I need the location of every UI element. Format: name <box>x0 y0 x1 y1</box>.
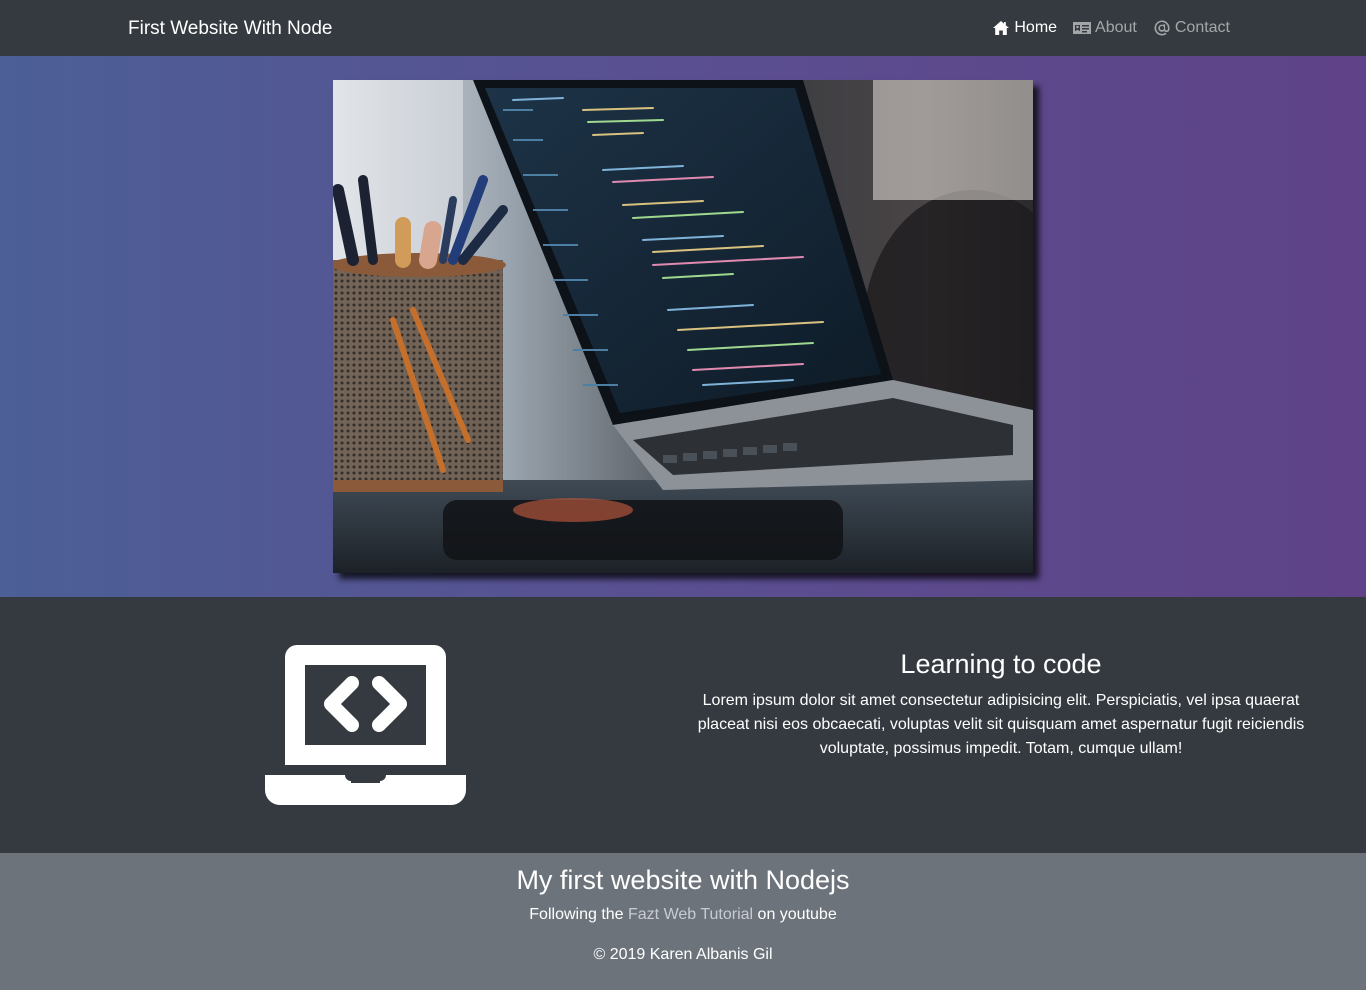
navbar-brand[interactable]: First Website With Node <box>128 17 332 41</box>
laptop-code-icon <box>265 645 466 805</box>
feature-title: Learning to code <box>900 649 1102 679</box>
home-icon <box>992 20 1010 36</box>
fazt-tutorial-link[interactable]: Fazt Web Tutorial <box>628 906 753 923</box>
footer-subtitle: Following the Fazt Web Tutorial on youtu… <box>0 904 1366 926</box>
nav-link-about[interactable]: About <box>1073 18 1137 38</box>
footer-sub-prefix: Following the <box>529 906 628 923</box>
nav-link-home-label: Home <box>1014 19 1058 36</box>
id-card-icon <box>1073 20 1092 36</box>
feature-section: Learning to code Lorem ipsum dolor sit a… <box>0 597 1366 853</box>
footer: My first website with Nodejs Following t… <box>0 853 1366 990</box>
nav-link-contact[interactable]: Contact <box>1153 18 1230 38</box>
at-icon <box>1153 20 1171 36</box>
nav-link-contact-label: Contact <box>1174 19 1230 36</box>
nav-link-home[interactable]: Home <box>992 18 1057 38</box>
footer-sub-suffix: on youtube <box>753 906 837 923</box>
navbar: First Website With Node Home About Conta… <box>0 0 1366 56</box>
hero-section <box>0 56 1366 597</box>
footer-copyright: © 2019 Karen Albanis Gil <box>593 946 773 963</box>
nav-link-about-label: About <box>1095 19 1137 36</box>
footer-title: My first website with Nodejs <box>516 865 850 895</box>
laptop-with-code-photo <box>333 80 1033 573</box>
feature-text: Learning to code Lorem ipsum dolor sit a… <box>683 647 1319 761</box>
feature-body: Lorem ipsum dolor sit amet consectetur a… <box>697 692 1305 757</box>
nav-links: Home About Contact <box>992 18 1230 38</box>
